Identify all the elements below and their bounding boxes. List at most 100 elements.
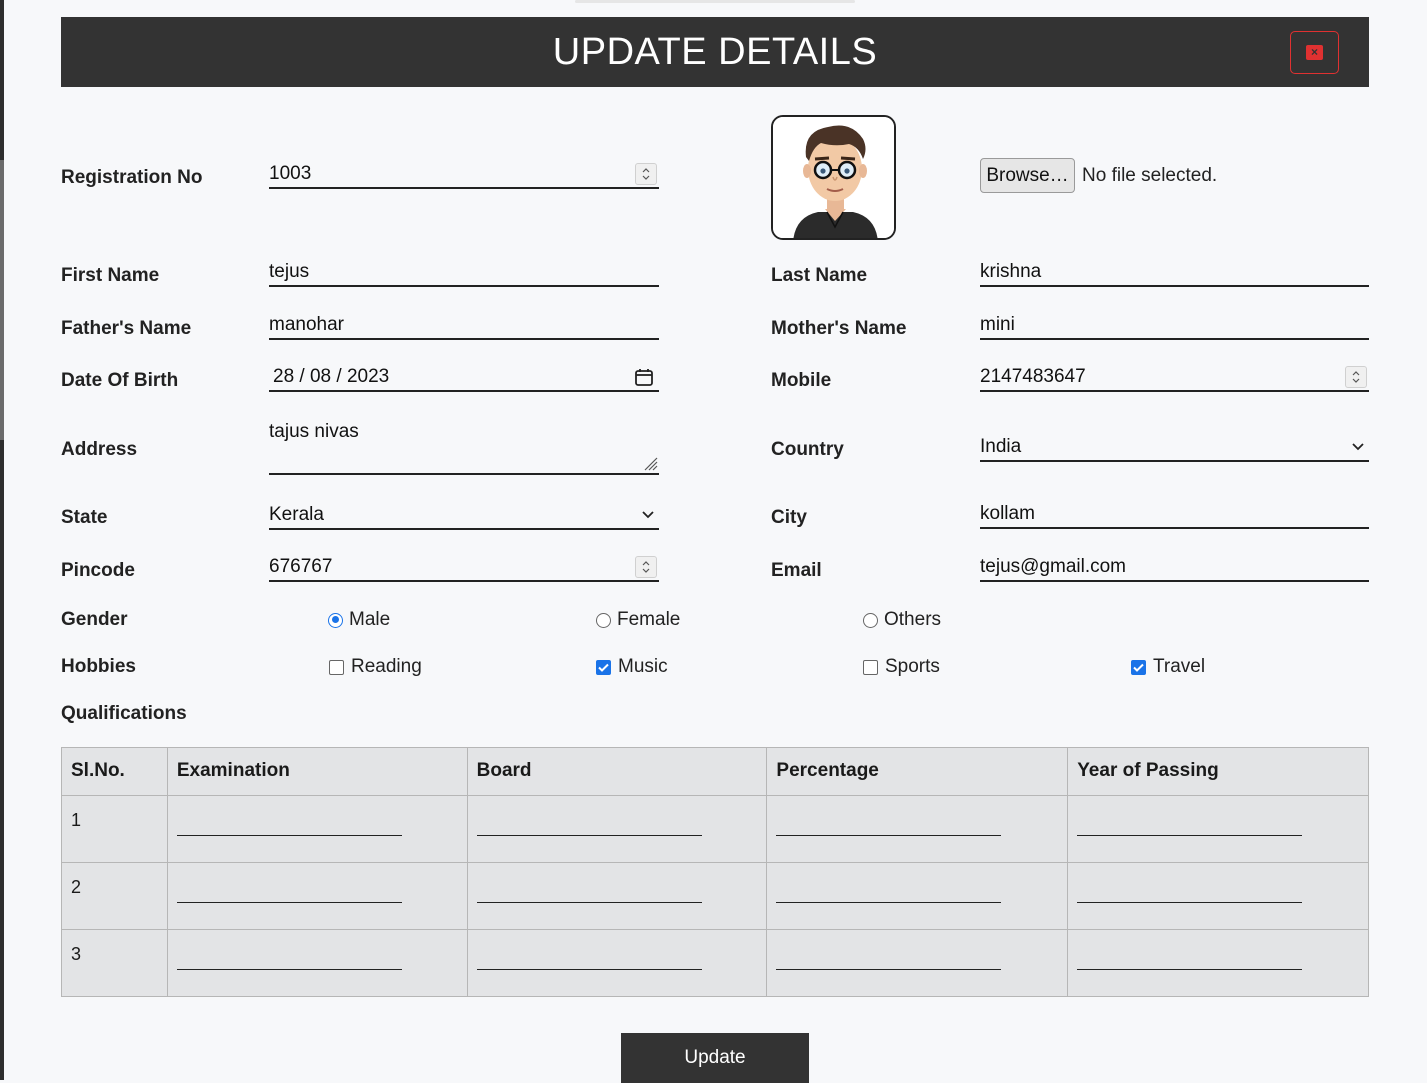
last-name-label: Last Name [771,265,868,286]
country-select[interactable]: India [980,434,1369,462]
mothers-name-label: Mother's Name [771,318,907,339]
mobile-label: Mobile [771,370,832,391]
percentage-input[interactable] [776,810,1002,836]
column-header: Examination [166,747,468,796]
qualifications-table: Sl.No. Examination Board Percentage Year… [61,747,1369,997]
gender-option-label: Male [349,609,391,630]
hobby-option-travel[interactable]: Travel [1131,656,1205,678]
table-header-row: Sl.No. Examination Board Percentage Year… [61,747,1369,796]
row-number: 3 [61,929,168,997]
examination-input[interactable] [176,877,402,903]
calendar-icon[interactable] [633,369,655,386]
close-button[interactable]: × [1290,31,1339,74]
top-shadow [575,0,855,3]
column-header: Percentage [766,747,1069,796]
radio-icon[interactable] [863,612,878,628]
hobby-option-label: Music [618,656,668,677]
hobbies-label: Hobbies [61,656,136,677]
update-button[interactable]: Update [621,1033,809,1083]
pincode-input[interactable]: 676767 [269,554,659,582]
resize-handle-icon[interactable] [642,455,658,471]
dob-value: 28 / 08 / 2023 [273,366,390,387]
email-label: Email [771,560,822,581]
hobby-option-label: Sports [885,656,940,677]
checkbox-checked-icon[interactable] [596,659,611,675]
dob-input[interactable]: 28 / 08 / 2023 [269,364,659,392]
hobby-option-label: Reading [351,656,422,677]
pincode-value: 676767 [269,556,333,577]
row-number: 1 [61,795,168,863]
gender-option-label: Female [617,609,681,630]
table-row: 2 [61,862,1369,930]
radio-icon[interactable] [596,612,611,628]
chevron-down-icon [1351,440,1365,454]
address-label: Address [61,439,138,460]
city-label: City [771,507,807,528]
board-input[interactable] [476,877,702,903]
examination-input[interactable] [176,810,402,836]
gender-option-others[interactable]: Others [863,609,941,631]
percentage-input[interactable] [776,944,1002,970]
city-value: kollam [980,503,1035,524]
dob-label: Date Of Birth [61,370,179,391]
column-header: Board [466,747,768,796]
gender-option-label: Others [884,609,942,630]
table-row: 1 [61,795,1369,863]
hobby-option-label: Travel [1153,656,1206,677]
mothers-name-value: mini [980,314,1015,335]
spinner-icon[interactable] [635,556,657,578]
email-input[interactable]: tejus@gmail.com [980,554,1369,582]
percentage-input[interactable] [776,877,1002,903]
first-name-input[interactable]: tejus [269,259,659,287]
mobile-input[interactable]: 2147483647 [980,364,1369,392]
spinner-icon[interactable] [635,163,657,185]
year-of-passing-input[interactable] [1077,944,1303,970]
registration-no-input[interactable]: 1003 [269,161,659,189]
avatar-icon [773,117,894,238]
country-value: India [980,436,1022,457]
window-edge [0,0,4,1080]
email-value: tejus@gmail.com [980,556,1126,577]
year-of-passing-input[interactable] [1077,810,1303,836]
qualifications-label: Qualifications [61,703,187,724]
registration-no-label: Registration No [61,167,203,188]
fathers-name-label: Father's Name [61,318,192,339]
last-name-input[interactable]: krishna [980,259,1369,287]
mobile-value: 2147483647 [980,366,1086,387]
checkbox-icon[interactable] [329,659,344,675]
gender-option-male[interactable]: Male [328,609,390,631]
pincode-label: Pincode [61,560,135,581]
gender-option-female[interactable]: Female [596,609,680,631]
file-status-text: No file selected. [1082,165,1218,186]
close-icon: × [1306,45,1323,60]
state-select[interactable]: Kerala [269,502,659,530]
first-name-value: tejus [269,261,310,282]
row-number: 2 [61,862,168,930]
spinner-icon[interactable] [1345,366,1367,388]
hobby-option-reading[interactable]: Reading [329,656,422,678]
address-value: tajus nivas [269,421,359,442]
board-input[interactable] [476,944,702,970]
radio-checked-icon[interactable] [328,612,343,628]
modal-title: UPDATE DETAILS [552,30,878,73]
city-input[interactable]: kollam [980,501,1369,529]
fathers-name-value: manohar [269,314,344,335]
hobby-option-music[interactable]: Music [596,656,668,678]
chevron-down-icon [641,508,655,522]
board-input[interactable] [476,810,702,836]
checkbox-checked-icon[interactable] [1131,659,1146,675]
country-label: Country [771,439,844,460]
checkbox-icon[interactable] [863,659,878,675]
state-value: Kerala [269,504,324,525]
gender-label: Gender [61,609,128,630]
state-label: State [61,507,108,528]
year-of-passing-input[interactable] [1077,877,1303,903]
column-header: Sl.No. [61,747,168,796]
fathers-name-input[interactable]: manohar [269,312,659,340]
examination-input[interactable] [176,944,402,970]
registration-no-value: 1003 [269,163,312,184]
mothers-name-input[interactable]: mini [980,312,1369,340]
browse-button[interactable]: Browse… [980,158,1075,193]
hobby-option-sports[interactable]: Sports [863,656,940,678]
address-textarea[interactable]: tajus nivas [269,418,659,475]
